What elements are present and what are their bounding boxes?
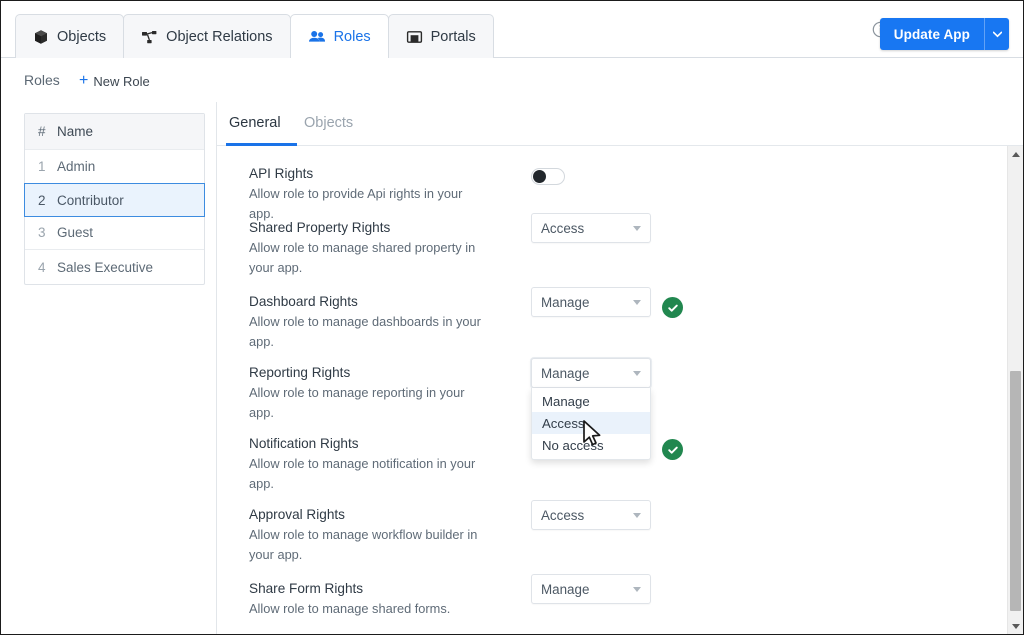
list-item[interactable]: 3 Guest bbox=[25, 216, 204, 250]
role-detail-panel: General Objects API Rights Allow role to… bbox=[217, 102, 1023, 634]
vertical-scrollbar[interactable] bbox=[1007, 146, 1023, 634]
chevron-down-icon bbox=[633, 371, 641, 376]
chevron-down-icon bbox=[633, 513, 641, 518]
tab-portals[interactable]: Portals bbox=[387, 14, 494, 58]
tab-roles[interactable]: Roles bbox=[289, 14, 389, 59]
api-rights-toggle-wrap bbox=[531, 168, 565, 185]
reporting-control: Manage Manage Access No access bbox=[531, 358, 651, 460]
rights-scroll-area: API Rights Allow role to provide Api rig… bbox=[217, 146, 1023, 634]
right-description: Allow role to manage workflow builder in… bbox=[249, 527, 478, 562]
chevron-down-icon bbox=[633, 226, 641, 231]
select-value: Manage bbox=[541, 581, 590, 597]
detail-tabs: General Objects bbox=[217, 102, 1023, 146]
select-value: Access bbox=[541, 220, 585, 236]
sitemap-icon bbox=[141, 29, 158, 45]
select-value: Access bbox=[541, 507, 585, 523]
role-name: Contributor bbox=[57, 192, 124, 208]
right-label: Share Form Rights bbox=[249, 581, 364, 596]
body-container: # Name 1 Admin 2 Contributor 3 Guest 4 S… bbox=[1, 102, 1023, 634]
list-item[interactable]: 1 Admin bbox=[25, 150, 204, 184]
column-header-index: # bbox=[38, 124, 46, 139]
cube-icon bbox=[33, 29, 49, 45]
column-header-name: Name bbox=[57, 124, 94, 139]
right-description: Allow role to manage notification in you… bbox=[249, 456, 476, 491]
role-name: Sales Executive bbox=[57, 259, 154, 275]
role-index: 3 bbox=[38, 225, 46, 240]
right-description: Allow role to manage dashboards in your … bbox=[249, 314, 481, 349]
tab-objects[interactable]: Objects bbox=[15, 14, 125, 58]
role-index: 4 bbox=[38, 259, 46, 275]
tab-general[interactable]: General bbox=[229, 115, 281, 131]
tab-objects[interactable]: Objects bbox=[304, 115, 353, 131]
select-value: Manage bbox=[541, 294, 590, 310]
right-label: API Rights bbox=[249, 166, 314, 181]
triangle-down-icon bbox=[1011, 623, 1020, 629]
share-form-control: Manage bbox=[531, 574, 651, 604]
right-label: Reporting Rights bbox=[249, 365, 351, 380]
right-description: Allow role to manage shared forms. bbox=[249, 601, 451, 616]
update-app-label: Update App bbox=[893, 26, 970, 42]
right-label: Notification Rights bbox=[249, 436, 359, 451]
chevron-down-icon[interactable] bbox=[984, 18, 1009, 50]
window-icon bbox=[406, 29, 423, 45]
approval-rights-select[interactable]: Access bbox=[531, 500, 651, 530]
dropdown-option-access[interactable]: Access bbox=[532, 412, 650, 434]
new-role-label: New Role bbox=[93, 73, 150, 89]
breadcrumb: Roles bbox=[24, 72, 60, 88]
roles-list-header: # Name bbox=[25, 114, 204, 150]
shared-property-select[interactable]: Access bbox=[531, 213, 651, 243]
shared-property-control: Access bbox=[531, 213, 651, 243]
right-label: Dashboard Rights bbox=[249, 294, 358, 309]
users-icon bbox=[308, 29, 326, 45]
role-index: 1 bbox=[38, 159, 46, 174]
tab-objects-label: Objects bbox=[57, 28, 107, 45]
reporting-rights-select[interactable]: Manage bbox=[531, 358, 651, 388]
right-description: Allow role to manage shared property in … bbox=[249, 240, 476, 275]
breadcrumb-bar: Roles + New Role bbox=[1, 59, 1023, 102]
right-description: Allow role to manage reporting in your a… bbox=[249, 385, 465, 420]
dashboard-rights-select[interactable]: Manage bbox=[531, 287, 651, 317]
top-tab-bar: Objects Object Relations Roles Portals U… bbox=[1, 1, 1023, 59]
scroll-down-button[interactable] bbox=[1008, 618, 1023, 634]
right-label: Approval Rights bbox=[249, 507, 345, 522]
primary-tabs: Objects Object Relations Roles Portals bbox=[15, 14, 494, 59]
approval-control: Access bbox=[531, 500, 651, 530]
scrollbar-thumb[interactable] bbox=[1010, 371, 1021, 611]
chevron-down-icon bbox=[633, 300, 641, 305]
update-app-button[interactable]: Update App bbox=[879, 18, 1009, 50]
triangle-up-icon bbox=[1011, 151, 1020, 157]
tab-object-relations[interactable]: Object Relations bbox=[123, 14, 291, 58]
chevron-down-icon bbox=[633, 587, 641, 592]
scroll-up-button[interactable] bbox=[1008, 146, 1023, 162]
check-circle-icon bbox=[662, 297, 683, 318]
list-item[interactable]: 2 Contributor bbox=[24, 183, 205, 217]
role-name: Admin bbox=[57, 159, 96, 174]
roles-list: # Name 1 Admin 2 Contributor 3 Guest 4 S… bbox=[24, 113, 205, 285]
role-index: 2 bbox=[38, 192, 46, 208]
tab-roles-label: Roles bbox=[333, 28, 371, 45]
tab-portals-label: Portals bbox=[430, 28, 476, 45]
role-name: Guest bbox=[57, 225, 94, 240]
toggle-knob bbox=[533, 170, 546, 183]
select-value: Manage bbox=[541, 365, 590, 381]
dropdown-option-no-access[interactable]: No access bbox=[532, 434, 650, 456]
plus-icon: + bbox=[79, 72, 89, 89]
check-circle-icon bbox=[662, 439, 683, 460]
list-item[interactable]: 4 Sales Executive bbox=[25, 250, 204, 284]
tab-object-relations-label: Object Relations bbox=[166, 28, 273, 45]
dashboard-control: Manage bbox=[531, 287, 651, 317]
reporting-rights-dropdown: Manage Access No access bbox=[531, 388, 651, 460]
api-rights-toggle[interactable] bbox=[531, 168, 565, 185]
share-form-rights-select[interactable]: Manage bbox=[531, 574, 651, 604]
dropdown-option-manage[interactable]: Manage bbox=[532, 390, 650, 412]
new-role-button[interactable]: + New Role bbox=[79, 73, 150, 89]
right-label: Shared Property Rights bbox=[249, 220, 391, 235]
app-window: Objects Object Relations Roles Portals U… bbox=[0, 0, 1024, 635]
